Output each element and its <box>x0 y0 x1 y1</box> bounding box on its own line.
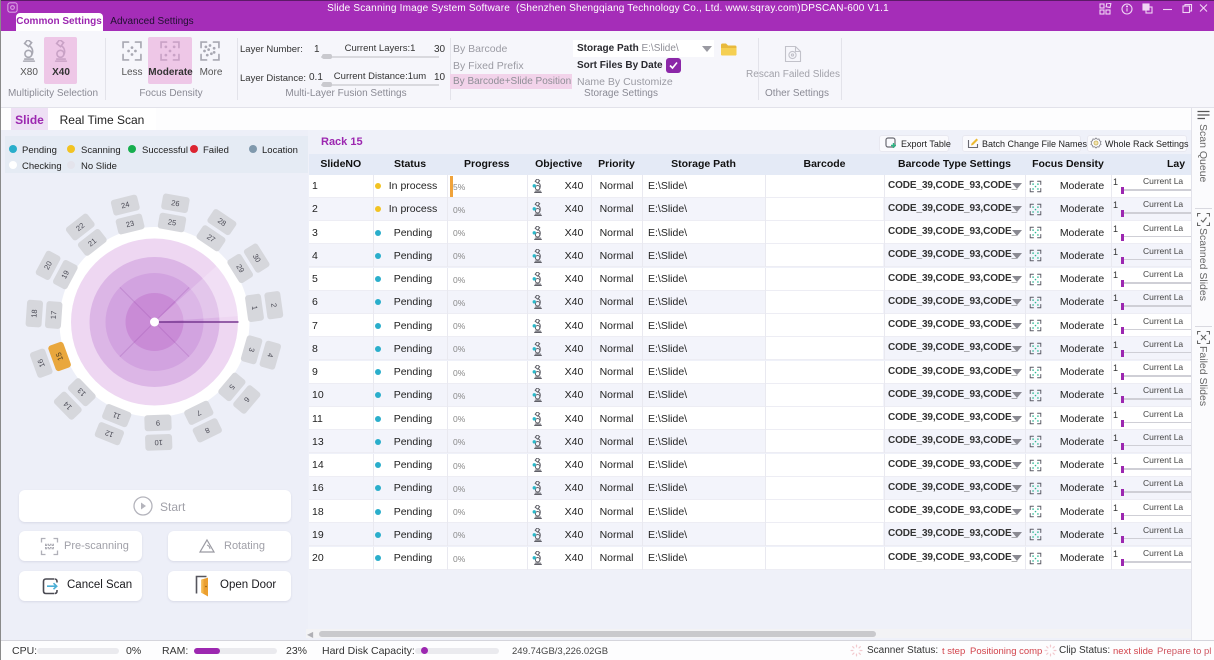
svg-text:17: 17 <box>49 311 59 320</box>
svg-text:9: 9 <box>156 418 160 427</box>
svg-text:10: 10 <box>154 438 163 447</box>
svg-text:18: 18 <box>29 309 39 318</box>
svg-text:25: 25 <box>167 217 177 227</box>
svg-text:26: 26 <box>171 198 181 208</box>
